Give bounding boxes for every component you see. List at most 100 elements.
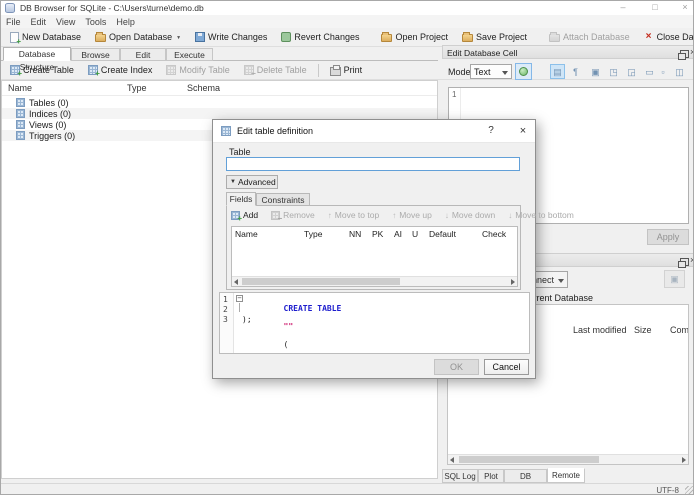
edit-cell-dock-header: Edit Database Cell × <box>442 45 693 60</box>
auto-apply-button[interactable] <box>515 63 532 80</box>
close-button[interactable]: × <box>672 1 693 14</box>
scroll-thumb[interactable] <box>242 278 400 285</box>
remote-column-size[interactable]: Size <box>634 325 652 335</box>
new-database-button[interactable]: New Database <box>3 30 88 46</box>
revert-changes-icon <box>281 32 292 42</box>
apply-button: Apply <box>647 229 689 245</box>
fields-table[interactable]: Name Type NN PK AI U Default Check <box>231 226 518 287</box>
create-index-button[interactable]: Create Index <box>81 63 160 78</box>
modify-table-label: Modify Table <box>179 65 230 75</box>
remove-label: Remove <box>283 210 315 220</box>
tab-db-schema[interactable]: DB Schema <box>504 469 547 494</box>
write-changes-icon <box>195 32 206 42</box>
print-cell-icon[interactable]: ◫ <box>672 64 687 79</box>
open-database-button[interactable]: Open Database ▼ <box>88 30 188 44</box>
save-project-label: Save Project <box>476 32 528 42</box>
export-text-icon[interactable]: ◲ <box>624 64 639 79</box>
tab-database-structure[interactable]: Database Structure <box>3 47 71 72</box>
dock-float-icon[interactable] <box>678 50 689 60</box>
dock-close-icon[interactable]: × <box>690 255 693 265</box>
remote-column-commit[interactable]: Commit <box>670 325 688 335</box>
sql-paren: ( <box>283 340 289 349</box>
tab-sql-log[interactable]: SQL Log <box>442 469 478 483</box>
table-name-input[interactable] <box>226 157 520 171</box>
add-field-button[interactable]: Add <box>231 210 258 223</box>
column-ai[interactable]: AI <box>394 229 402 239</box>
move-to-top-button: ↑ Move to top <box>328 210 379 220</box>
write-changes-label: Write Changes <box>208 32 268 42</box>
sql-preview-editor[interactable]: 1 2 3 − CREATE TABLE "" ( ); <box>219 292 530 354</box>
menu-tools[interactable]: Tools <box>80 17 111 27</box>
open-project-button[interactable]: Open Project <box>374 30 455 44</box>
column-u[interactable]: U <box>412 229 418 239</box>
chevron-down-icon: ▼ <box>230 179 236 185</box>
fields-hscrollbar[interactable] <box>232 276 517 286</box>
dialog-help-button[interactable]: ? <box>481 124 501 139</box>
dialog-title-bar[interactable]: Edit table definition ? × <box>213 120 535 143</box>
column-type[interactable]: Type <box>304 229 322 239</box>
chevron-down-icon[interactable]: ▼ <box>176 35 181 41</box>
table-icon <box>16 98 25 107</box>
attach-database-label: Attach Database <box>563 32 630 42</box>
close-database-label: Close Database <box>656 32 694 42</box>
dialog-close-button[interactable]: × <box>513 124 533 139</box>
tree-item-tables[interactable]: Tables (0) <box>2 97 437 108</box>
resize-grip[interactable] <box>685 486 693 494</box>
column-check[interactable]: Check <box>482 229 506 239</box>
menu-help[interactable]: Help <box>111 17 140 27</box>
column-default[interactable]: Default <box>429 229 456 239</box>
sql-line-1: CREATE TABLE "" ( <box>245 295 342 353</box>
tab-plot[interactable]: Plot <box>478 469 504 483</box>
code-fold-icon[interactable]: − <box>236 295 243 302</box>
tree-column-name[interactable]: Name <box>8 83 32 93</box>
advanced-toggle-button[interactable]: ▼ Advanced <box>226 175 278 189</box>
save-as-icon[interactable]: ▭ <box>642 64 657 79</box>
save-project-button[interactable]: Save Project <box>455 30 534 44</box>
scroll-left-icon[interactable] <box>234 279 238 285</box>
tab-remote[interactable]: Remote <box>547 468 585 483</box>
text-block-icon[interactable]: ▤ <box>550 64 565 79</box>
maximize-button[interactable]: □ <box>642 1 668 14</box>
dock-close-icon[interactable]: × <box>690 47 693 57</box>
menu-view[interactable]: View <box>51 17 80 27</box>
scroll-right-icon[interactable] <box>682 457 686 463</box>
tree-item-indices[interactable]: Indices (0) <box>2 108 437 119</box>
fold-line <box>239 303 240 312</box>
save-project-icon <box>462 32 473 42</box>
write-changes-button[interactable]: Write Changes <box>188 30 274 44</box>
import-text-icon[interactable]: ▣ <box>588 64 603 79</box>
tab-fields[interactable]: Fields <box>226 192 256 206</box>
menu-file[interactable]: File <box>1 17 26 27</box>
remote-list-hscrollbar[interactable] <box>448 454 688 464</box>
remote-column-last-modified[interactable]: Last modified <box>573 325 627 335</box>
set-null-icon[interactable]: ▫ <box>658 64 668 79</box>
scroll-thumb[interactable] <box>459 456 599 463</box>
tab-browse-data[interactable]: Browse Data <box>71 48 120 73</box>
dock-float-icon[interactable] <box>678 258 689 268</box>
print-button[interactable]: Print <box>323 63 370 78</box>
column-name[interactable]: Name <box>235 229 258 239</box>
column-pk[interactable]: PK <box>372 229 383 239</box>
dialog-icon <box>221 126 231 136</box>
move-down-label: Move down <box>451 210 496 220</box>
encoding-indicator[interactable]: UTF-8 <box>656 486 679 494</box>
column-nn[interactable]: NN <box>349 229 361 239</box>
cancel-button[interactable]: Cancel <box>484 359 529 375</box>
open-database-label: Open Database <box>109 32 173 42</box>
tab-edit-pragmas[interactable]: Edit Pragmas <box>120 48 166 73</box>
title-bar: DB Browser for SQLite - C:\Users\turne\d… <box>1 1 693 15</box>
paragraph-direction-icon[interactable]: ¶ <box>568 64 583 79</box>
print-label: Print <box>343 65 363 75</box>
open-external-icon[interactable]: ◳ <box>606 64 621 79</box>
mode-select[interactable]: Text <box>470 64 512 79</box>
close-database-button[interactable]: × Close Database <box>637 30 694 44</box>
scroll-right-icon[interactable] <box>511 279 515 285</box>
menu-edit[interactable]: Edit <box>26 17 52 27</box>
scroll-left-icon[interactable] <box>450 457 454 463</box>
revert-changes-button[interactable]: Revert Changes <box>274 30 366 44</box>
minimize-button[interactable]: – <box>610 1 636 14</box>
tree-column-schema[interactable]: Schema <box>187 83 220 93</box>
line-number: 1 <box>223 295 228 304</box>
tree-column-type[interactable]: Type <box>127 83 147 93</box>
tab-execute-sql[interactable]: Execute SQL <box>166 48 213 73</box>
